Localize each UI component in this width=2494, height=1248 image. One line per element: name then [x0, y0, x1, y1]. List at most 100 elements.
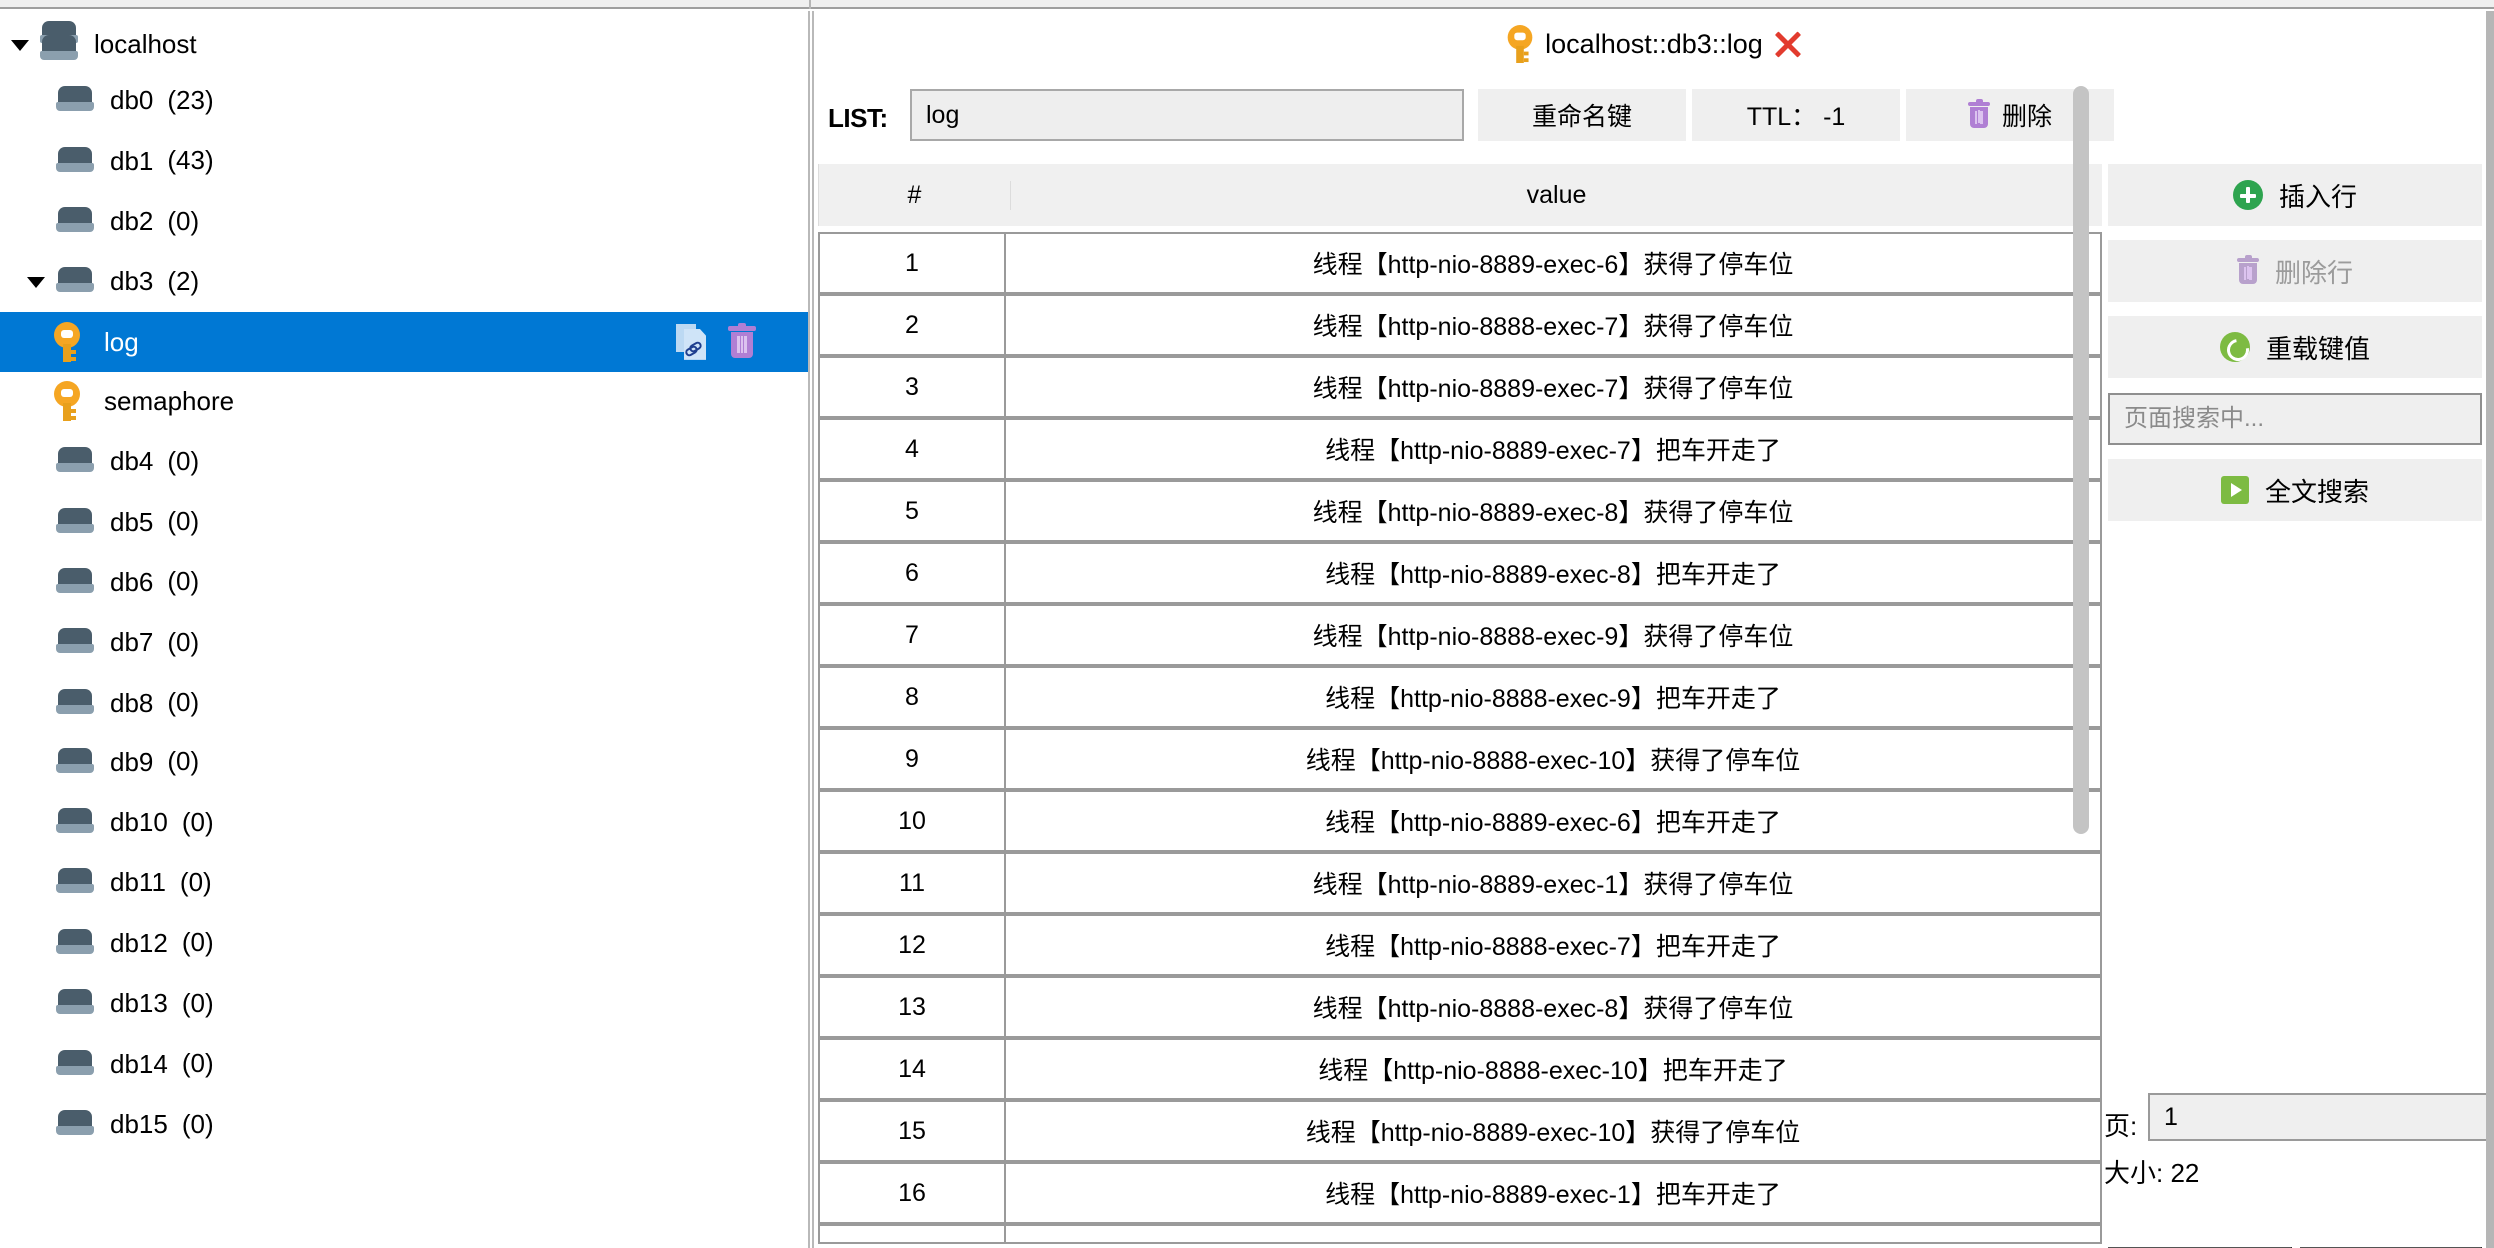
tree-item-key-count: (0) [181, 1108, 214, 1139]
table-row[interactable]: 1 线程【http-nio-8889-exec-6】获得了停车位 [818, 232, 2102, 294]
row-value[interactable]: 线程【http-nio-8888-exec-7】把车开走了 [1006, 916, 2100, 974]
tree-item-db11[interactable]: db11 (0) [0, 852, 808, 912]
row-action-group [676, 322, 756, 360]
tree-item-db12[interactable]: db12 (0) [0, 913, 808, 973]
delete-row-button[interactable]: 删除行 [2108, 240, 2482, 302]
tree-item-db4[interactable]: db4 (0) [0, 431, 808, 491]
copy-key-icon[interactable] [676, 323, 706, 360]
delete-key-label: 删除 [2001, 103, 2052, 131]
row-value[interactable]: 线程【http-nio-8889-exec-10】获得了停车位 [1006, 1102, 2100, 1160]
tree-item-db15[interactable]: db15 (0) [0, 1094, 808, 1154]
full-text-search-button[interactable]: 全文搜索 [2108, 459, 2482, 521]
table-row[interactable] [818, 1224, 2102, 1244]
window-top-strip [0, 0, 2494, 9]
row-value[interactable]: 线程【http-nio-8889-exec-6】获得了停车位 [1006, 234, 2100, 292]
row-value[interactable]: 线程【http-nio-8888-exec-7】获得了停车位 [1006, 296, 2100, 354]
table-row[interactable]: 13 线程【http-nio-8888-exec-8】获得了停车位 [818, 976, 2102, 1038]
row-value[interactable]: 线程【http-nio-8889-exec-6】把车开走了 [1006, 792, 2100, 850]
tree-item-label: db9 [110, 746, 154, 777]
table-row[interactable]: 12 线程【http-nio-8888-exec-7】把车开走了 [818, 914, 2102, 976]
database-icon [56, 86, 94, 114]
tree-item-db6[interactable]: db6 (0) [0, 552, 808, 612]
ttl-button[interactable]: TTL： -1 [1692, 89, 1900, 141]
rename-key-button[interactable]: 重命名键 [1478, 89, 1686, 141]
table-row[interactable]: 15 线程【http-nio-8889-exec-10】获得了停车位 [818, 1100, 2102, 1162]
tree-item-localhost[interactable]: localhost [0, 14, 808, 74]
row-value[interactable]: 线程【http-nio-8888-exec-8】获得了停车位 [1006, 978, 2100, 1036]
tree-item-db2[interactable]: db2 (0) [0, 191, 808, 251]
row-index: 1 [820, 234, 1006, 292]
page-search-input[interactable]: 页面搜索中... [2108, 393, 2482, 445]
table-row[interactable]: 10 线程【http-nio-8889-exec-6】把车开走了 [818, 790, 2102, 852]
tree-item-db0[interactable]: db0 (23) [0, 70, 808, 130]
row-index: 2 [820, 296, 1006, 354]
row-value[interactable]: 线程【http-nio-8889-exec-7】获得了停车位 [1006, 358, 2100, 416]
row-value[interactable]: 线程【http-nio-8889-exec-8】获得了停车位 [1006, 482, 2100, 540]
redis-client-window: localhost db0 (23) db1 (43) db2 (0) db3 (2) log s… [0, 0, 2494, 1248]
row-index [820, 1226, 1006, 1242]
tree-item-db1[interactable]: db1 (43) [0, 131, 808, 191]
row-index: 12 [820, 916, 1006, 974]
table-row[interactable]: 6 线程【http-nio-8889-exec-8】把车开走了 [818, 542, 2102, 604]
table-row[interactable]: 7 线程【http-nio-8888-exec-9】获得了停车位 [818, 604, 2102, 666]
row-value[interactable]: 线程【http-nio-8888-exec-10】获得了停车位 [1006, 730, 2100, 788]
tree-item-label: db5 [110, 506, 154, 537]
table-scrollbar-thumb[interactable] [2073, 86, 2089, 834]
row-value[interactable] [1006, 1226, 2100, 1242]
tree-item-label: db0 [110, 85, 154, 116]
chevron-down-icon[interactable] [24, 269, 48, 293]
tree-item-label: db11 [110, 867, 166, 898]
table-row[interactable]: 8 线程【http-nio-8888-exec-9】把车开走了 [818, 666, 2102, 728]
tree-item-key-count: (0) [167, 205, 200, 236]
tree-item-label: db14 [110, 1048, 168, 1079]
database-icon [56, 989, 94, 1017]
table-row[interactable]: 4 线程【http-nio-8889-exec-7】把车开走了 [818, 418, 2102, 480]
page-number-input[interactable]: 1 [2148, 1093, 2494, 1141]
reload-key-button[interactable]: 重载键值 [2108, 316, 2482, 378]
table-row[interactable]: 9 线程【http-nio-8888-exec-10】获得了停车位 [818, 728, 2102, 790]
key-name-input[interactable]: log [910, 89, 1464, 141]
row-value[interactable]: 线程【http-nio-8889-exec-8】把车开走了 [1006, 544, 2100, 602]
tree-item-db7[interactable]: db7 (0) [0, 612, 808, 672]
database-icon [56, 868, 94, 896]
table-row[interactable]: 5 线程【http-nio-8889-exec-8】获得了停车位 [818, 480, 2102, 542]
chevron-down-icon[interactable] [8, 32, 32, 56]
tree-key-log[interactable]: log [0, 311, 808, 372]
row-value[interactable]: 线程【http-nio-8888-exec-9】获得了停车位 [1006, 606, 2100, 664]
tree-item-db5[interactable]: db5 (0) [0, 492, 808, 552]
tree-item-db9[interactable]: db9 (0) [0, 732, 808, 792]
tree-key-semaphore[interactable]: semaphore [0, 371, 808, 431]
tree-item-key-count: (0) [167, 566, 200, 597]
tree-item-db13[interactable]: db13 (0) [0, 973, 808, 1033]
tree-item-db3[interactable]: db3 (2) [0, 251, 808, 311]
row-value[interactable]: 线程【http-nio-8888-exec-9】把车开走了 [1006, 668, 2100, 726]
window-scrollbar-thumb[interactable] [2486, 11, 2494, 1248]
tree-item-db14[interactable]: db14 (0) [0, 1034, 808, 1094]
trash-icon[interactable] [728, 322, 756, 358]
row-value[interactable]: 线程【http-nio-8889-exec-7】把车开走了 [1006, 420, 2100, 478]
table-row[interactable]: 16 线程【http-nio-8889-exec-1】把车开走了 [818, 1162, 2102, 1224]
table-row[interactable]: 2 线程【http-nio-8888-exec-7】获得了停车位 [818, 294, 2102, 356]
row-value[interactable]: 线程【http-nio-8889-exec-1】把车开走了 [1006, 1164, 2100, 1222]
table-row[interactable]: 11 线程【http-nio-8889-exec-1】获得了停车位 [818, 852, 2102, 914]
row-value[interactable]: 线程【http-nio-8889-exec-1】获得了停车位 [1006, 854, 2100, 912]
tree-item-db10[interactable]: db10 (0) [0, 792, 808, 852]
top-strip-divider [809, 0, 811, 9]
insert-row-button[interactable]: 插入行 [2108, 164, 2482, 226]
table-row[interactable]: 14 线程【http-nio-8888-exec-10】把车开走了 [818, 1038, 2102, 1100]
tree-item-key-count: (0) [181, 927, 214, 958]
tree-item-db8[interactable]: db8 (0) [0, 673, 808, 733]
column-header-value: value [1526, 180, 1587, 209]
database-tree-sidebar[interactable]: localhost db0 (23) db1 (43) db2 (0) db3 (2) log s… [0, 11, 808, 1248]
row-index: 16 [820, 1164, 1006, 1222]
row-value[interactable]: 线程【http-nio-8888-exec-10】把车开走了 [1006, 1040, 2100, 1098]
close-icon[interactable] [1773, 29, 1803, 59]
table-row[interactable]: 3 线程【http-nio-8889-exec-7】获得了停车位 [818, 356, 2102, 418]
